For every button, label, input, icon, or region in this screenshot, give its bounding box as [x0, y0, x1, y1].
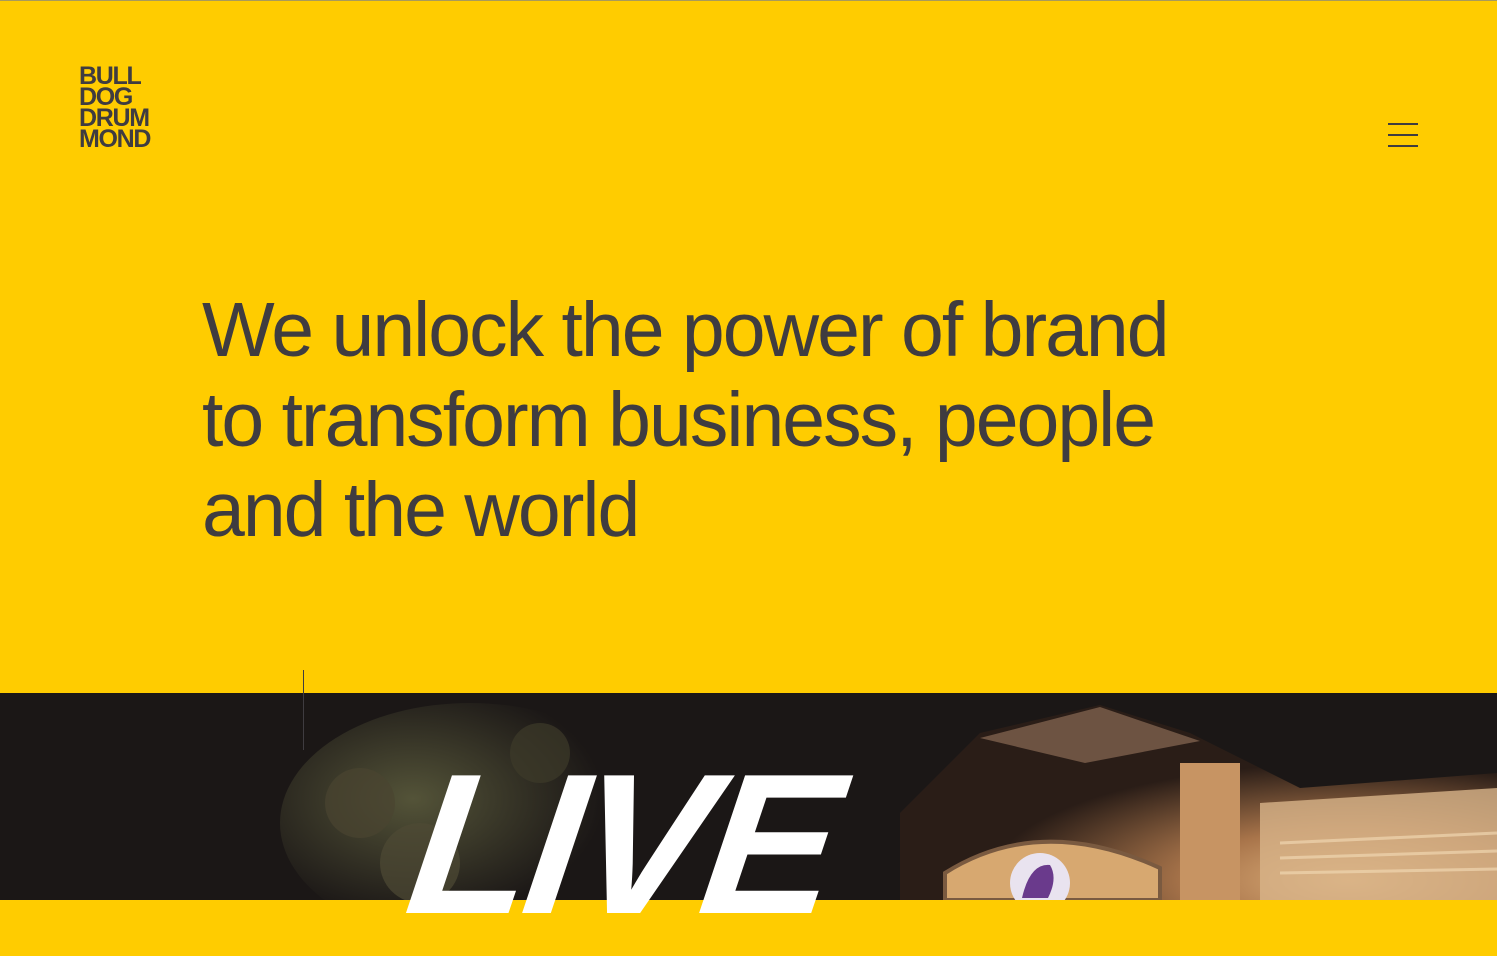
live-overlay-text: LIVE	[396, 733, 849, 956]
brand-logo[interactable]: BULL DOG DRUM MOND	[79, 64, 169, 153]
hero-headline: We unlock the power of brand to transfor…	[202, 287, 1170, 553]
menu-bar	[1388, 145, 1418, 147]
menu-bar	[1388, 134, 1418, 136]
menu-bar	[1388, 123, 1418, 125]
logo-line-4: MOND	[79, 125, 151, 153]
top-border	[0, 0, 1497, 1]
hamburger-menu-icon[interactable]	[1386, 120, 1420, 150]
scroll-indicator	[303, 670, 304, 750]
